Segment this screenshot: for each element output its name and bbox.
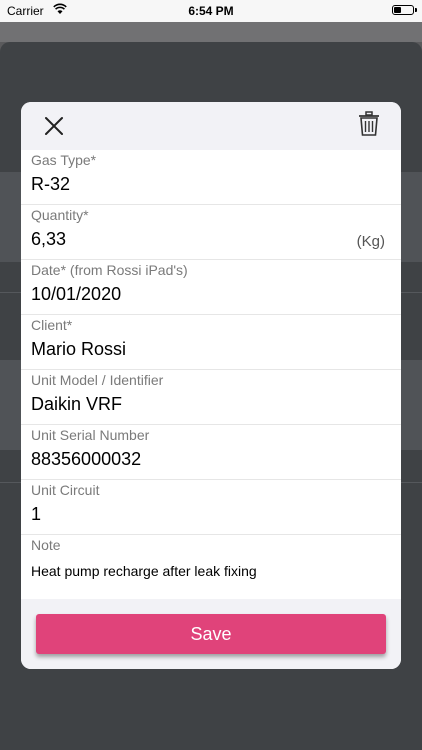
close-icon[interactable]	[42, 114, 66, 138]
quantity-value[interactable]: 6,33	[31, 229, 66, 250]
client-field[interactable]: Client* Mario Rossi	[21, 315, 401, 370]
status-time: 6:54 PM	[188, 4, 234, 18]
gas-type-field[interactable]: Gas Type* R-32	[21, 150, 401, 205]
modal-footer: Save	[21, 599, 401, 669]
note-value[interactable]: Heat pump recharge after leak fixing	[31, 563, 257, 579]
date-field[interactable]: Date* (from Rossi iPad's) 10/01/2020	[21, 260, 401, 315]
unit-model-field[interactable]: Unit Model / Identifier Daikin VRF	[21, 370, 401, 425]
date-label: Date* (from Rossi iPad's)	[31, 262, 188, 278]
gas-record-modal: Gas Type* R-32 Quantity* 6,33 (Kg) Date*…	[21, 102, 401, 669]
quantity-label: Quantity*	[31, 207, 89, 223]
serial-number-label: Unit Serial Number	[31, 427, 150, 443]
modal-header	[21, 102, 401, 150]
unit-circuit-label: Unit Circuit	[31, 482, 100, 498]
battery-icon	[392, 5, 417, 15]
serial-number-field[interactable]: Unit Serial Number 88356000032	[21, 425, 401, 480]
note-label: Note	[31, 537, 61, 553]
gas-type-value[interactable]: R-32	[31, 174, 70, 195]
note-field[interactable]: Note Heat pump recharge after leak fixin…	[21, 535, 401, 599]
client-label: Client*	[31, 317, 73, 333]
serial-number-value[interactable]: 88356000032	[31, 449, 141, 470]
status-bar: Carrier 6:54 PM	[0, 0, 422, 22]
date-value[interactable]: 10/01/2020	[31, 284, 121, 305]
unit-model-label: Unit Model / Identifier	[31, 372, 164, 388]
unit-circuit-field[interactable]: Unit Circuit 1	[21, 480, 401, 535]
unit-model-value[interactable]: Daikin VRF	[31, 394, 122, 415]
quantity-unit: (Kg)	[356, 233, 385, 250]
gas-type-label: Gas Type*	[31, 152, 97, 168]
quantity-field[interactable]: Quantity* 6,33 (Kg)	[21, 205, 401, 260]
background-strip	[0, 22, 422, 42]
unit-circuit-value[interactable]: 1	[31, 504, 41, 525]
client-value[interactable]: Mario Rossi	[31, 339, 126, 360]
save-button[interactable]: Save	[36, 614, 386, 654]
trash-icon[interactable]	[358, 111, 380, 137]
